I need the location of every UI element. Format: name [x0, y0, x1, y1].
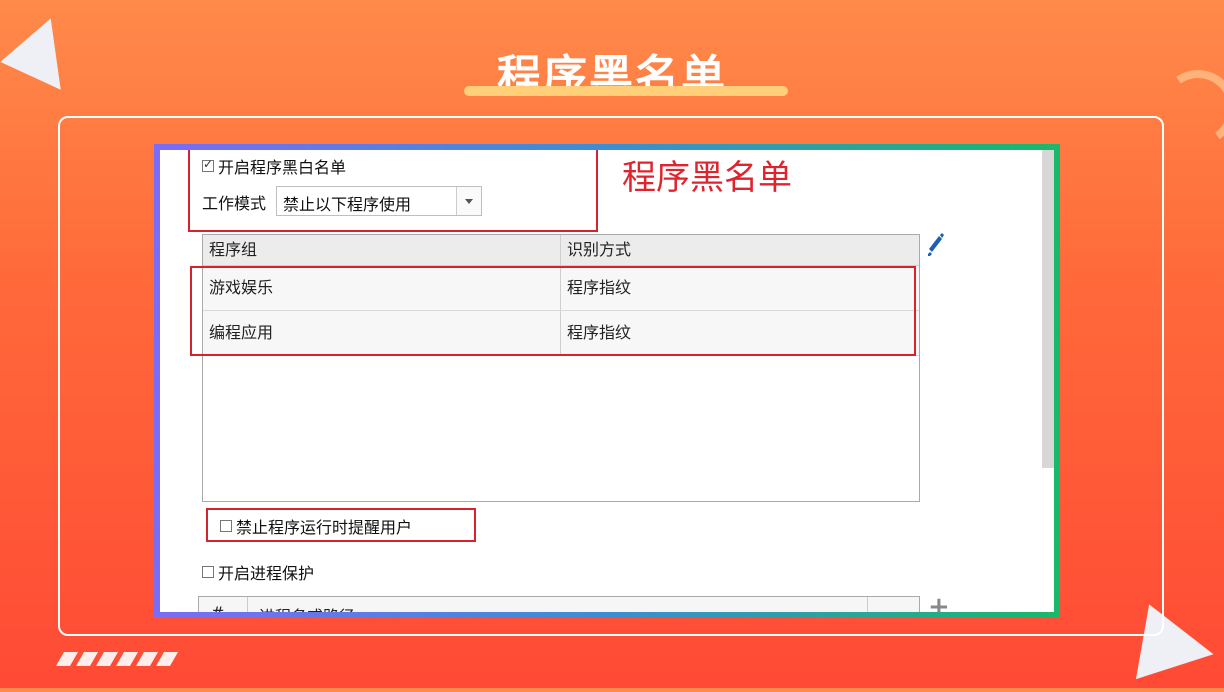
header-process-path[interactable]: 进程名或路径 — [259, 603, 355, 612]
highlight-box-mode — [188, 150, 598, 232]
vertical-scrollbar[interactable] — [1042, 150, 1054, 468]
header-identify-method[interactable]: 识别方式 — [567, 235, 631, 265]
highlight-box-notify — [206, 508, 476, 542]
pencil-edit-icon[interactable] — [926, 232, 944, 256]
header-program-group[interactable]: 程序组 — [209, 235, 257, 265]
header-index[interactable]: # — [211, 603, 224, 612]
highlight-box-rows — [190, 266, 916, 356]
table-header: 程序组 识别方式 — [203, 235, 919, 266]
settings-panel: 开启程序黑白名单 工作模式 禁止以下程序使用 程序黑名单 程序组 识别方式 游戏… — [160, 150, 1054, 612]
title-underline — [464, 86, 788, 96]
annotation-label: 程序黑名单 — [622, 158, 792, 198]
process-protect-row[interactable]: 开启进程保护 — [202, 560, 314, 584]
decor-stripes — [55, 652, 179, 666]
process-table-header: # 进程名或路径 — [198, 596, 920, 612]
process-protect-checkbox[interactable] — [202, 566, 214, 578]
process-protect-label: 开启进程保护 — [218, 564, 315, 583]
add-process-icon[interactable]: + — [928, 592, 950, 612]
